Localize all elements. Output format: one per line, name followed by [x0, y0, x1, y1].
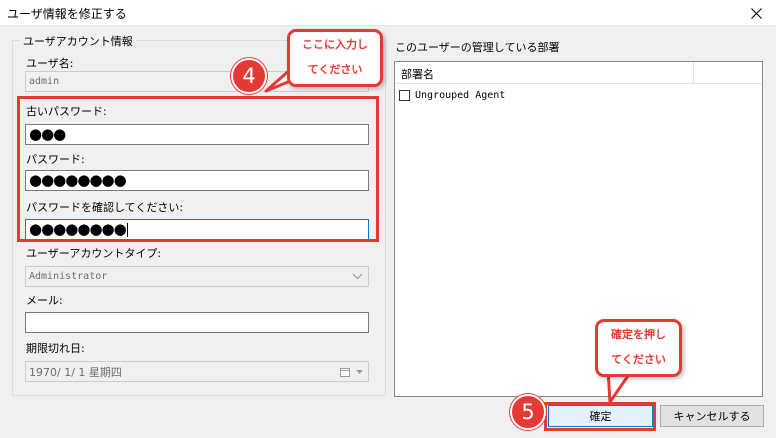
email-label: メール:	[26, 294, 63, 307]
list-header: 部署名	[395, 62, 762, 84]
account-type-select: Administrator	[25, 266, 369, 287]
window-title: ユーザ情報を修正する	[7, 7, 127, 21]
cancel-button-label: キャンセルする	[673, 410, 751, 423]
chevron-down-icon	[352, 273, 363, 280]
cancel-button[interactable]: キャンセルする	[660, 405, 764, 427]
close-button[interactable]	[742, 2, 770, 24]
account-type-value: Administrator	[29, 271, 108, 282]
callout-step5: 確定を押し てください	[595, 319, 682, 377]
callout-step5-line2: てください	[611, 353, 666, 366]
expiry-date-picker: 1970/ 1/ 1 星期四	[25, 361, 369, 382]
department-checkbox[interactable]	[399, 89, 410, 101]
chevron-down-icon	[356, 370, 363, 374]
email-field[interactable]	[25, 312, 369, 333]
column-header-department[interactable]: 部署名	[395, 62, 694, 84]
callout-step5-line1: 確定を押し	[611, 328, 666, 341]
list-item[interactable]: Ungrouped Agent	[399, 87, 505, 103]
step-4-badge: 4	[231, 58, 267, 94]
column-header-label: 部署名	[401, 68, 434, 81]
callout-step4-line2: てください	[307, 63, 363, 76]
expiry-value: 1970/ 1/ 1 星期四	[29, 365, 122, 379]
callout-step4-line1: ここに入力し	[302, 38, 368, 51]
column-header-empty[interactable]	[694, 62, 762, 84]
departments-title: このユーザーの管理している部署	[395, 41, 560, 54]
user-account-group-title: ユーザアカウント情報	[20, 33, 136, 49]
callout-step4: ここに入力し てください	[287, 29, 383, 87]
step-5-badge: 5	[510, 394, 546, 430]
step-4-number: 4	[242, 64, 256, 88]
departments-list[interactable]: 部署名 Ungrouped Agent	[394, 61, 763, 397]
ok-button[interactable]: 確定	[548, 405, 653, 427]
expiry-label: 期限切れ日:	[26, 342, 85, 355]
step-5-number: 5	[521, 400, 535, 424]
ok-button-label: 確定	[589, 410, 612, 423]
title-bar: ユーザ情報を修正する	[0, 0, 776, 26]
close-icon	[750, 7, 762, 19]
input-highlight-frame	[17, 96, 379, 242]
calendar-icon	[340, 368, 350, 377]
username-label: ユーザ名:	[26, 57, 74, 70]
username-value: admin	[29, 76, 60, 87]
department-label: Ungrouped Agent	[415, 89, 506, 101]
account-type-label: ユーザーアカウントタイプ:	[26, 247, 162, 260]
